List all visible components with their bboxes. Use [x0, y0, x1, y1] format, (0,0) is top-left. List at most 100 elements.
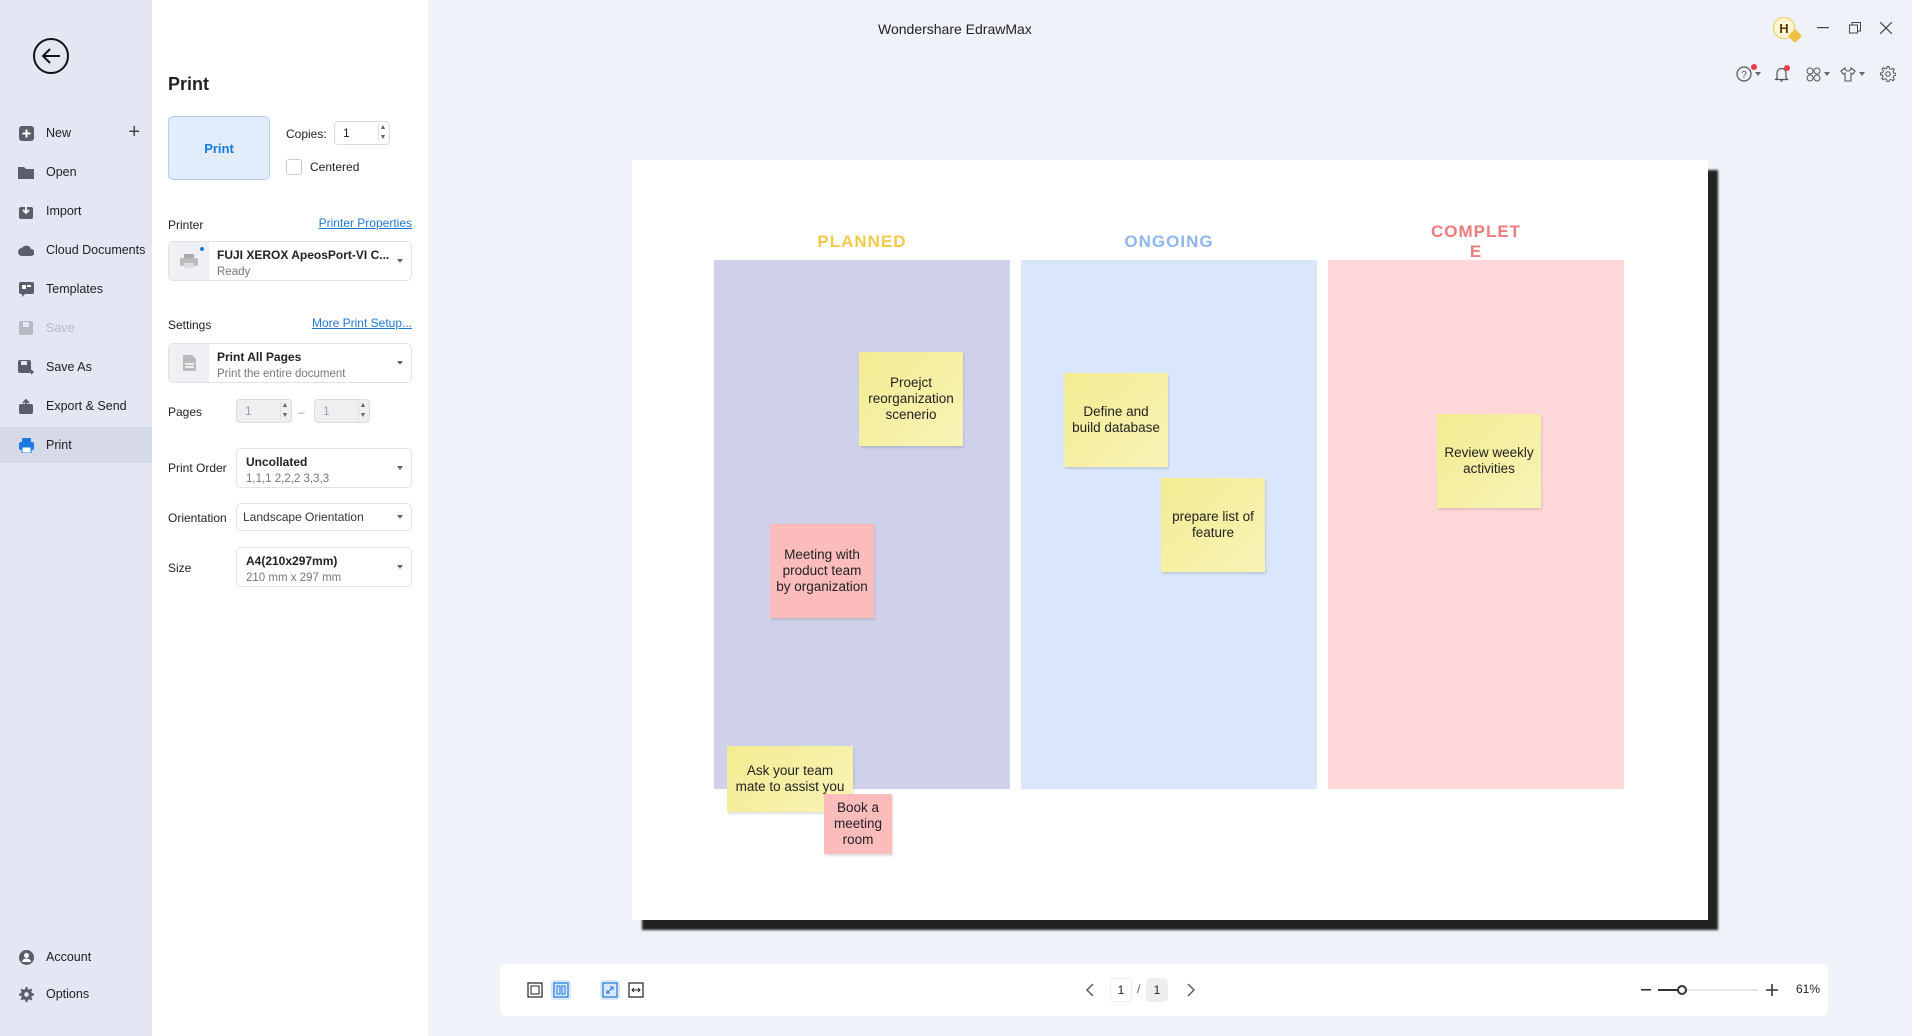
chevron-down-icon — [397, 259, 403, 263]
print-order-dropdown[interactable]: Uncollated 1,1,1 2,2,2 3,3,3 — [236, 448, 412, 488]
sticky-note[interactable]: Review weekly activities — [1437, 414, 1541, 508]
theme-button[interactable] — [1840, 64, 1865, 84]
print-range-dropdown[interactable]: Print All Pages Print the entire documen… — [168, 343, 412, 383]
size-dropdown[interactable]: A4(210x297mm) 210 mm x 297 mm — [236, 547, 412, 587]
back-button[interactable] — [33, 38, 69, 74]
plus-icon — [1766, 984, 1778, 996]
notification-dot — [1784, 65, 1790, 71]
nav-item-open[interactable]: Open — [0, 154, 152, 190]
chevron-down-icon — [397, 466, 403, 470]
print-button[interactable]: Print — [168, 116, 270, 180]
zoom-out-button[interactable] — [1636, 980, 1656, 1000]
save-icon — [18, 320, 34, 336]
pages-to-stepper[interactable]: 1 ▲ ▼ — [314, 399, 370, 423]
note-text: Proejct reorganization scenerio — [868, 375, 954, 422]
pages-to-value: 1 — [323, 404, 330, 418]
new-plus-icon[interactable]: + — [128, 122, 140, 142]
next-page-button[interactable] — [1181, 980, 1201, 1000]
printer-properties-link[interactable]: Printer Properties — [319, 216, 412, 230]
previous-page-button[interactable] — [1080, 980, 1100, 1000]
sticky-note[interactable]: prepare list of feature — [1161, 478, 1265, 572]
lane-complete — [1328, 260, 1624, 789]
new-file-icon — [18, 125, 34, 141]
sticky-note[interactable]: Meeting with product team by organizatio… — [770, 524, 874, 618]
two-page-view-button[interactable] — [551, 980, 571, 1000]
nav-item-cloud-documents[interactable]: Cloud Documents — [0, 232, 152, 268]
note-text: Define and build database — [1072, 404, 1160, 435]
nav-item-import[interactable]: Import — [0, 193, 152, 229]
notifications-button[interactable] — [1774, 64, 1790, 84]
help-icon: ? — [1736, 66, 1752, 82]
save-as-icon — [18, 359, 34, 375]
nav-item-label: Export & Send — [46, 399, 127, 413]
note-text: Review weekly activities — [1444, 445, 1534, 476]
zoom-in-button[interactable] — [1762, 980, 1782, 1000]
stepper-arrows[interactable]: ▲ ▼ — [280, 402, 288, 420]
restore-button[interactable] — [1843, 16, 1867, 40]
print-settings-panel: Print Print Copies: 1 ▲ ▼ Centered Printe… — [152, 0, 428, 1036]
zoom-level: 61% — [1796, 982, 1821, 996]
close-button[interactable] — [1874, 16, 1898, 40]
current-page-input[interactable]: 1 — [1110, 978, 1132, 1002]
orientation-dropdown[interactable]: Landscape Orientation — [236, 503, 412, 531]
nav-item-templates[interactable]: Templates — [0, 271, 152, 307]
chevron-down-icon — [397, 565, 403, 569]
chevron-down-icon — [397, 515, 403, 519]
total-pages: 1 — [1146, 978, 1168, 1002]
centered-checkbox[interactable] — [286, 159, 302, 175]
apps-button[interactable] — [1806, 64, 1830, 84]
close-icon — [1880, 22, 1892, 34]
sticky-note[interactable]: Book a meeting room — [824, 794, 892, 854]
minimize-button[interactable] — [1811, 16, 1835, 40]
chevron-right-icon — [1187, 983, 1195, 997]
nav-item-new[interactable]: New + — [0, 115, 152, 151]
nav-item-export-send[interactable]: Export & Send — [0, 388, 152, 424]
nav-item-label: Import — [46, 204, 82, 218]
pages-from-stepper[interactable]: 1 ▲ ▼ — [236, 399, 292, 423]
copies-value: 1 — [343, 126, 350, 140]
copies-stepper[interactable]: 1 ▲ ▼ — [334, 121, 390, 145]
user-avatar[interactable]: H — [1773, 17, 1803, 44]
nav-item-label: Options — [46, 987, 90, 1001]
settings-label: Settings — [168, 318, 212, 332]
avatar-initial: H — [1779, 20, 1789, 36]
nav-item-account[interactable]: Account — [0, 939, 152, 975]
sticky-note[interactable]: Proejct reorganization scenerio — [859, 352, 963, 446]
nav-item-save-as[interactable]: Save As — [0, 349, 152, 385]
cloud-icon — [18, 242, 34, 258]
centered-label: Centered — [310, 160, 360, 174]
stepper-arrows[interactable]: ▲ ▼ — [378, 124, 386, 142]
fit-width-button[interactable] — [626, 980, 646, 1000]
help-button[interactable]: ? — [1736, 64, 1761, 84]
lane-title-ongoing: ONGOING — [1124, 232, 1214, 251]
nav-item-options[interactable]: Options — [0, 976, 152, 1012]
stepper-arrows[interactable]: ▲ ▼ — [358, 402, 366, 420]
chevron-down-icon — [397, 361, 403, 365]
settings-button[interactable] — [1880, 64, 1896, 84]
zoom-slider-handle[interactable] — [1677, 985, 1687, 995]
zoom-slider[interactable] — [1658, 985, 1758, 995]
sticky-note[interactable]: Define and build database — [1064, 373, 1168, 467]
printer-icon — [169, 242, 209, 280]
single-page-view-button[interactable] — [525, 980, 545, 1000]
fit-width-icon — [628, 982, 644, 998]
account-icon — [18, 949, 34, 965]
nav-item-label: Templates — [46, 282, 103, 296]
nav-item-label: Open — [46, 165, 77, 179]
more-print-setup-link[interactable]: More Print Setup... — [312, 316, 412, 330]
note-text: prepare list of feature — [1172, 509, 1254, 540]
panel-title: Print — [168, 74, 210, 94]
arrow-left-icon — [41, 48, 60, 64]
window-title: Wondershare EdrawMax — [878, 21, 1032, 37]
two-page-icon — [553, 982, 569, 998]
size-subtitle: 210 mm x 297 mm — [246, 572, 342, 584]
fit-page-button[interactable] — [600, 980, 620, 1000]
nav-item-save[interactable]: Save — [0, 310, 152, 346]
svg-text:?: ? — [1741, 70, 1747, 81]
size-label: Size — [168, 561, 192, 575]
notification-dot — [1751, 64, 1757, 70]
nav-item-label: Account — [46, 950, 92, 964]
printer-dropdown[interactable]: FUJI XEROX ApeosPort-VI C... Ready — [168, 241, 412, 281]
nav-item-print[interactable]: Print — [0, 427, 152, 463]
nav-item-label: Save — [46, 321, 75, 335]
